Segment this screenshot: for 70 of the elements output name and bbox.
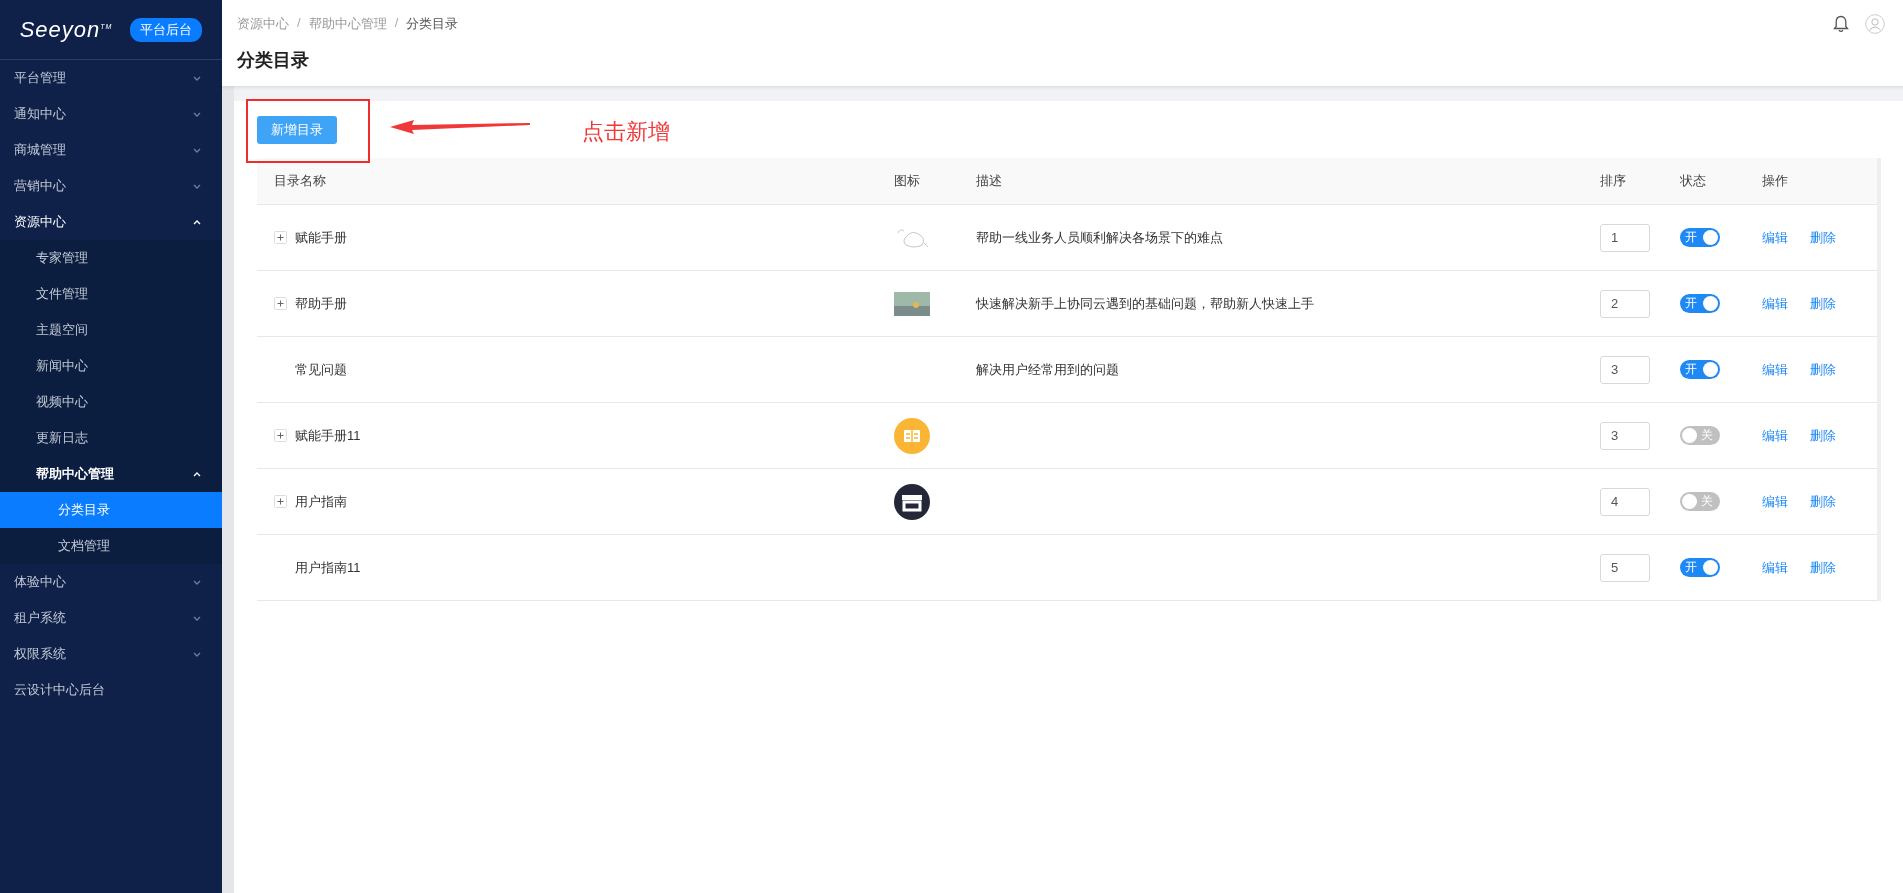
book-icon [894, 417, 930, 454]
column-header: 排序 [1600, 172, 1627, 190]
table-cell: 帮助一线业务人员顺利解决各场景下的难点 [976, 229, 1223, 245]
action-link[interactable]: 编辑 [1762, 492, 1788, 511]
menu-item[interactable]: 云设计中心后台 [0, 672, 222, 708]
column-header: 状态 [1680, 172, 1707, 190]
expand-icon[interactable] [274, 495, 287, 508]
table-cell: 赋能手册 [295, 228, 347, 247]
sort-input[interactable]: 1 [1600, 223, 1650, 252]
status-switch[interactable]: 开 [1680, 558, 1720, 577]
menu-item[interactable]: 租户系统 [0, 600, 222, 636]
page-title: 分类目录 [237, 49, 310, 72]
action-link[interactable]: 编辑 [1762, 426, 1788, 445]
menu-item[interactable]: 商城管理 [0, 132, 222, 168]
menu-item[interactable]: 更新日志 [0, 420, 222, 456]
expand-icon[interactable] [274, 429, 287, 442]
sort-input[interactable]: 2 [1600, 289, 1650, 318]
table-cell: 快速解决新手上协同云遇到的基础问题，帮助新人快速上手 [976, 295, 1314, 311]
action-link[interactable]: 编辑 [1762, 558, 1788, 577]
logo: Seeyon$^{TM}$ [19, 16, 113, 43]
menu-item[interactable]: 主题空间 [0, 312, 222, 348]
table-cell: 帮助手册 [295, 294, 347, 313]
menu-item[interactable]: 通知中心 [0, 96, 222, 132]
breadcrumb-separator: / [297, 15, 301, 32]
platform-badge: 平台后台 [130, 17, 203, 42]
sort-input[interactable]: 3 [1600, 355, 1650, 384]
menu-item[interactable]: 营销中心 [0, 168, 222, 204]
menu-item[interactable]: 文件管理 [0, 276, 222, 312]
menu-item[interactable]: 新闻中心 [0, 348, 222, 384]
sort-input[interactable]: 3 [1600, 421, 1650, 450]
photo-placeholder [894, 291, 930, 316]
bell-icon[interactable] [1833, 15, 1849, 33]
action-link[interactable]: 删除 [1810, 426, 1836, 445]
column-header: 操作 [1762, 172, 1789, 190]
table-cell: 用户指南11 [295, 558, 361, 577]
sort-input[interactable]: 5 [1600, 553, 1650, 582]
table-cell: 常见问题 [295, 360, 347, 379]
action-link[interactable]: 删除 [1810, 360, 1836, 379]
store-icon [894, 483, 930, 520]
column-header: 目录名称 [273, 172, 327, 190]
status-switch[interactable]: 开 [1680, 228, 1720, 247]
action-link[interactable]: 删除 [1810, 228, 1836, 247]
menu-item[interactable]: 体验中心 [0, 564, 222, 600]
breadcrumb-separator: / [394, 15, 399, 32]
menu-item[interactable]: 视频中心 [0, 384, 222, 420]
menu-item[interactable]: 文档管理 [0, 528, 222, 564]
expand-icon[interactable] [274, 297, 287, 310]
menu-item[interactable]: 权限系统 [0, 636, 222, 672]
action-link[interactable]: 编辑 [1762, 360, 1788, 379]
menu-item[interactable]: 帮助中心管理 [0, 456, 222, 492]
column-header: 图标 [894, 172, 921, 190]
status-switch[interactable]: 开 [1680, 294, 1720, 313]
table-cell: 用户指南 [295, 492, 347, 511]
action-link[interactable]: 编辑 [1762, 228, 1788, 247]
sort-input[interactable]: 4 [1600, 487, 1650, 516]
menu-item[interactable]: 专家管理 [0, 240, 222, 276]
expand-icon[interactable] [274, 231, 287, 244]
action-link[interactable]: 删除 [1810, 294, 1836, 313]
menu-item[interactable]: 分类目录 [0, 492, 222, 528]
action-link[interactable]: 编辑 [1762, 294, 1788, 313]
action-link[interactable]: 删除 [1810, 558, 1836, 577]
table-cell: 解决用户经常用到的问题 [976, 361, 1119, 377]
column-header: 描述 [976, 172, 1003, 190]
action-link[interactable]: 删除 [1810, 492, 1836, 511]
table-cell: 赋能手册11 [295, 426, 361, 445]
status-switch[interactable]: 开 [1680, 360, 1720, 379]
menu-item[interactable]: 平台管理 [0, 60, 222, 96]
menu-item[interactable]: 资源中心 [0, 204, 222, 240]
breadcrumb-item: 分类目录 [406, 15, 459, 33]
annotation-text: 点击新增 [582, 118, 670, 146]
